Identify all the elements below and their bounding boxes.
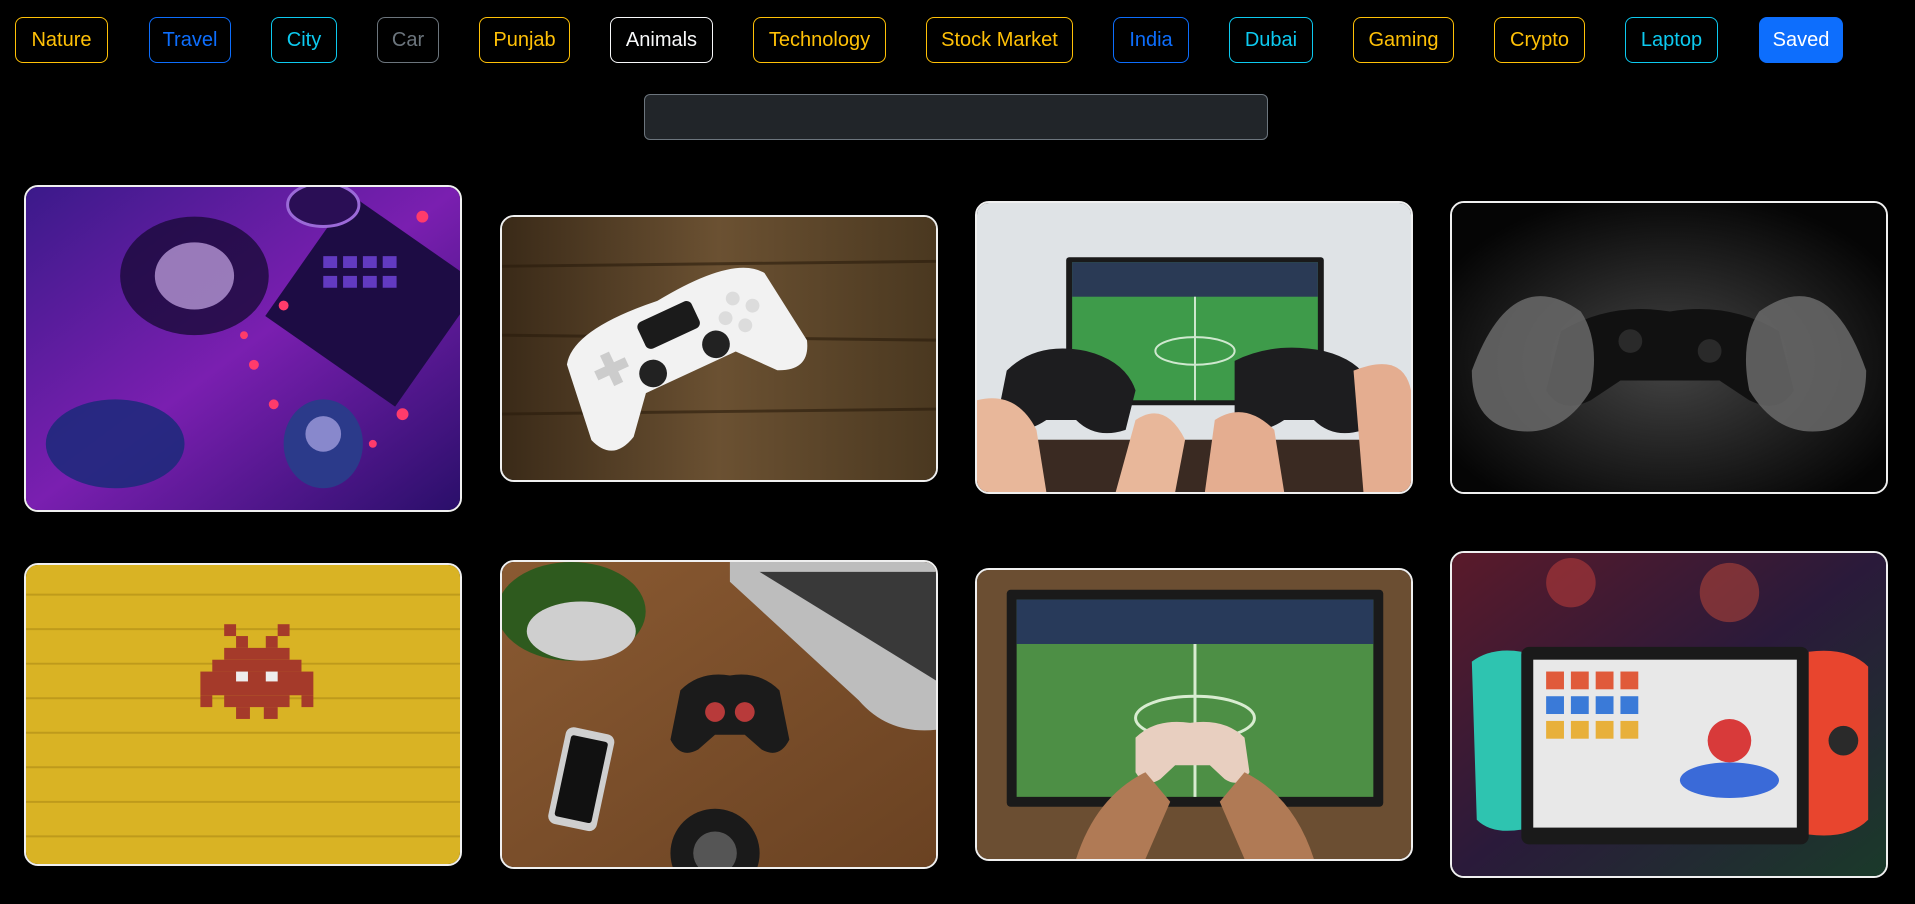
category-bar: Nature Travel City Car Punjab Animals Te… [0,0,1915,80]
category-button-india[interactable]: India [1113,17,1189,63]
category-button-punjab[interactable]: Punjab [479,17,570,63]
category-button-car[interactable]: Car [377,17,439,63]
category-button-nature[interactable]: Nature [15,17,108,63]
category-button-city[interactable]: City [271,17,337,63]
gallery-image-desk-top-view[interactable] [500,560,938,869]
gallery-image-neon-gaming-desk[interactable] [24,185,462,512]
category-button-dubai[interactable]: Dubai [1229,17,1313,63]
gallery-image-handheld-console-kart[interactable] [1450,551,1888,878]
category-button-gaming[interactable]: Gaming [1353,17,1454,63]
category-button-technology[interactable]: Technology [753,17,886,63]
category-button-stock-market[interactable]: Stock Market [926,17,1073,63]
category-button-crypto[interactable]: Crypto [1494,17,1585,63]
gallery-image-white-controller[interactable] [500,215,938,482]
gallery-image-black-white-controller[interactable] [1450,201,1888,494]
gallery-image-space-invader-wall[interactable] [24,563,462,866]
gallery-image-controllers-football-tv[interactable] [975,201,1413,494]
gallery-image-controller-football-tv-blurred[interactable] [975,568,1413,861]
category-button-saved[interactable]: Saved [1759,17,1843,63]
search-input[interactable] [644,94,1268,140]
category-button-travel[interactable]: Travel [149,17,231,63]
category-button-animals[interactable]: Animals [610,17,713,63]
category-button-laptop[interactable]: Laptop [1625,17,1718,63]
